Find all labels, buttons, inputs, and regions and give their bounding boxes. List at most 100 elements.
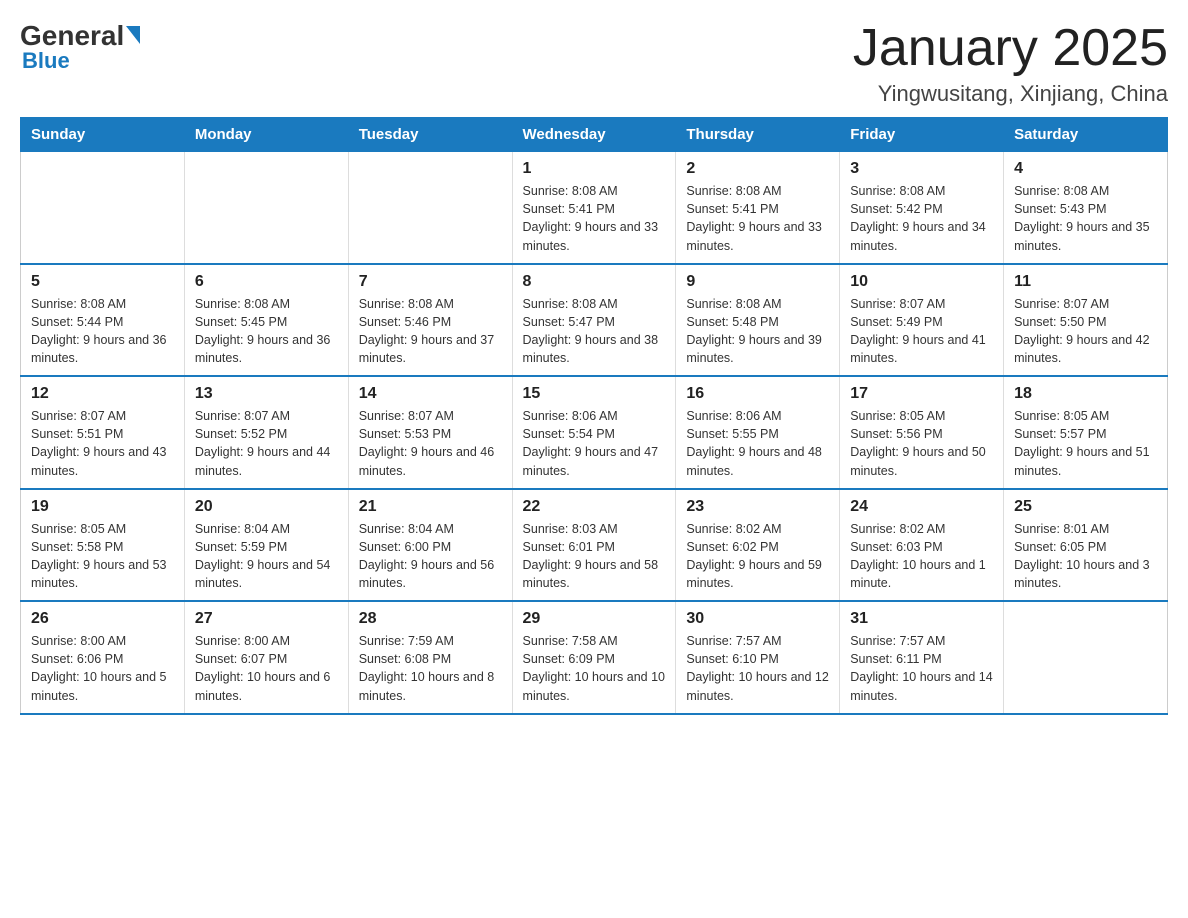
logo-blue-text: Blue [22,48,70,74]
day-number: 24 [850,498,993,516]
day-number: 30 [686,610,829,628]
calendar-cell: 2 Sunrise: 8:08 AMSunset: 5:41 PMDaylight… [676,152,840,264]
day-number: 18 [1014,385,1157,403]
day-number: 29 [523,610,666,628]
day-number: 28 [359,610,502,628]
day-info: Sunrise: 7:57 AMSunset: 6:11 PMDaylight:… [850,632,993,705]
day-number: 19 [31,498,174,516]
calendar-cell [21,152,185,264]
day-info: Sunrise: 8:06 AMSunset: 5:54 PMDaylight:… [523,407,666,480]
day-info: Sunrise: 8:05 AMSunset: 5:57 PMDaylight:… [1014,407,1157,480]
calendar-cell: 8 Sunrise: 8:08 AMSunset: 5:47 PMDaylight… [512,264,676,377]
day-info: Sunrise: 8:07 AMSunset: 5:52 PMDaylight:… [195,407,338,480]
day-number: 27 [195,610,338,628]
day-info: Sunrise: 8:04 AMSunset: 6:00 PMDaylight:… [359,520,502,593]
calendar-cell: 17 Sunrise: 8:05 AMSunset: 5:56 PMDayligh… [840,376,1004,489]
day-info: Sunrise: 7:58 AMSunset: 6:09 PMDaylight:… [523,632,666,705]
day-number: 3 [850,160,993,178]
day-info: Sunrise: 8:07 AMSunset: 5:53 PMDaylight:… [359,407,502,480]
calendar-cell: 30 Sunrise: 7:57 AMSunset: 6:10 PMDayligh… [676,601,840,714]
calendar-week-3: 12 Sunrise: 8:07 AMSunset: 5:51 PMDayligh… [21,376,1168,489]
page-header: General Blue January 2025 Yingwusitang, … [20,20,1168,107]
day-info: Sunrise: 8:00 AMSunset: 6:06 PMDaylight:… [31,632,174,705]
calendar-cell: 9 Sunrise: 8:08 AMSunset: 5:48 PMDaylight… [676,264,840,377]
day-number: 17 [850,385,993,403]
calendar-cell: 5Sunrise: 8:08 AMSunset: 5:44 PMDaylight… [21,264,185,377]
calendar-cell: 15 Sunrise: 8:06 AMSunset: 5:54 PMDayligh… [512,376,676,489]
header-day-thursday: Thursday [676,118,840,152]
calendar-cell: 24 Sunrise: 8:02 AMSunset: 6:03 PMDayligh… [840,489,1004,602]
calendar-cell: 10 Sunrise: 8:07 AMSunset: 5:49 PMDayligh… [840,264,1004,377]
day-number: 5 [31,273,174,291]
day-number: 16 [686,385,829,403]
calendar-cell: 7 Sunrise: 8:08 AMSunset: 5:46 PMDaylight… [348,264,512,377]
header-day-wednesday: Wednesday [512,118,676,152]
logo-arrow-icon [126,26,140,44]
header-row: SundayMondayTuesdayWednesdayThursdayFrid… [21,118,1168,152]
day-number: 31 [850,610,993,628]
header-day-friday: Friday [840,118,1004,152]
day-number: 7 [359,273,502,291]
header-day-monday: Monday [184,118,348,152]
page-subtitle: Yingwusitang, Xinjiang, China [853,81,1168,107]
day-info: Sunrise: 8:02 AMSunset: 6:03 PMDaylight:… [850,520,993,593]
calendar-cell: 25Sunrise: 8:01 AMSunset: 6:05 PMDayligh… [1004,489,1168,602]
day-info: Sunrise: 8:01 AMSunset: 6:05 PMDaylight:… [1014,520,1157,593]
calendar-body: 1 Sunrise: 8:08 AMSunset: 5:41 PMDaylight… [21,152,1168,714]
calendar-cell: 21 Sunrise: 8:04 AMSunset: 6:00 PMDayligh… [348,489,512,602]
day-number: 9 [686,273,829,291]
day-info: Sunrise: 8:08 AMSunset: 5:47 PMDaylight:… [523,295,666,368]
calendar-cell: 22Sunrise: 8:03 AMSunset: 6:01 PMDayligh… [512,489,676,602]
day-info: Sunrise: 8:08 AMSunset: 5:46 PMDaylight:… [359,295,502,368]
calendar-cell: 19Sunrise: 8:05 AMSunset: 5:58 PMDayligh… [21,489,185,602]
day-number: 22 [523,498,666,516]
calendar-cell: 16 Sunrise: 8:06 AMSunset: 5:55 PMDayligh… [676,376,840,489]
day-number: 1 [523,160,666,178]
calendar-cell: 6Sunrise: 8:08 AMSunset: 5:45 PMDaylight… [184,264,348,377]
calendar-cell: 14 Sunrise: 8:07 AMSunset: 5:53 PMDayligh… [348,376,512,489]
calendar-cell [1004,601,1168,714]
calendar-cell: 12 Sunrise: 8:07 AMSunset: 5:51 PMDayligh… [21,376,185,489]
day-info: Sunrise: 8:08 AMSunset: 5:41 PMDaylight:… [686,182,829,255]
day-number: 26 [31,610,174,628]
page-title: January 2025 [853,20,1168,77]
day-info: Sunrise: 8:08 AMSunset: 5:45 PMDaylight:… [195,295,338,368]
day-number: 15 [523,385,666,403]
calendar-cell: 31 Sunrise: 7:57 AMSunset: 6:11 PMDayligh… [840,601,1004,714]
calendar-cell: 27Sunrise: 8:00 AMSunset: 6:07 PMDayligh… [184,601,348,714]
day-info: Sunrise: 8:08 AMSunset: 5:41 PMDaylight:… [523,182,666,255]
calendar-week-4: 19Sunrise: 8:05 AMSunset: 5:58 PMDayligh… [21,489,1168,602]
calendar-cell [184,152,348,264]
day-info: Sunrise: 8:07 AMSunset: 5:51 PMDaylight:… [31,407,174,480]
calendar-cell: 29 Sunrise: 7:58 AMSunset: 6:09 PMDayligh… [512,601,676,714]
header-day-saturday: Saturday [1004,118,1168,152]
calendar-cell: 20 Sunrise: 8:04 AMSunset: 5:59 PMDayligh… [184,489,348,602]
calendar-week-5: 26 Sunrise: 8:00 AMSunset: 6:06 PMDayligh… [21,601,1168,714]
calendar-cell: 11Sunrise: 8:07 AMSunset: 5:50 PMDayligh… [1004,264,1168,377]
day-info: Sunrise: 8:07 AMSunset: 5:50 PMDaylight:… [1014,295,1157,368]
header-day-tuesday: Tuesday [348,118,512,152]
day-info: Sunrise: 8:07 AMSunset: 5:49 PMDaylight:… [850,295,993,368]
day-number: 20 [195,498,338,516]
day-number: 21 [359,498,502,516]
day-info: Sunrise: 8:06 AMSunset: 5:55 PMDaylight:… [686,407,829,480]
day-info: Sunrise: 8:05 AMSunset: 5:56 PMDaylight:… [850,407,993,480]
day-number: 10 [850,273,993,291]
calendar-table: SundayMondayTuesdayWednesdayThursdayFrid… [20,117,1168,715]
day-number: 8 [523,273,666,291]
calendar-cell: 26 Sunrise: 8:00 AMSunset: 6:06 PMDayligh… [21,601,185,714]
calendar-cell: 28Sunrise: 7:59 AMSunset: 6:08 PMDayligh… [348,601,512,714]
calendar-cell: 3Sunrise: 8:08 AMSunset: 5:42 PMDaylight… [840,152,1004,264]
day-info: Sunrise: 8:04 AMSunset: 5:59 PMDaylight:… [195,520,338,593]
calendar-cell: 18 Sunrise: 8:05 AMSunset: 5:57 PMDayligh… [1004,376,1168,489]
day-number: 12 [31,385,174,403]
calendar-cell: 13Sunrise: 8:07 AMSunset: 5:52 PMDayligh… [184,376,348,489]
day-number: 2 [686,160,829,178]
day-info: Sunrise: 8:08 AMSunset: 5:48 PMDaylight:… [686,295,829,368]
calendar-header: SundayMondayTuesdayWednesdayThursdayFrid… [21,118,1168,152]
day-info: Sunrise: 7:57 AMSunset: 6:10 PMDaylight:… [686,632,829,705]
title-block: January 2025 Yingwusitang, Xinjiang, Chi… [853,20,1168,107]
day-number: 14 [359,385,502,403]
logo: General Blue [20,20,140,74]
header-day-sunday: Sunday [21,118,185,152]
